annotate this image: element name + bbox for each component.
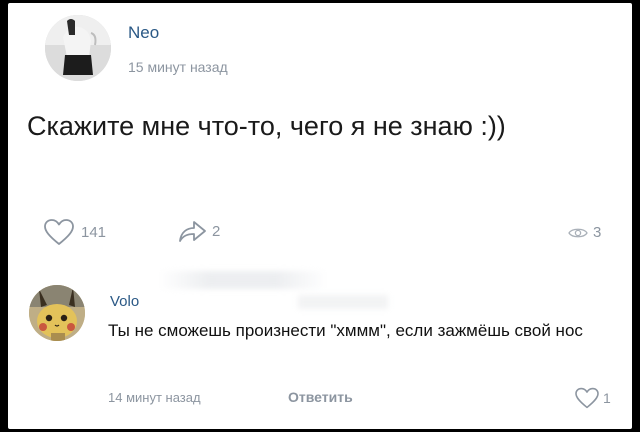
share-arrow-icon [179,221,206,242]
comment-author-name[interactable]: Volo [110,293,139,310]
pikachu-avatar-icon [29,285,85,341]
like-count: 141 [81,223,107,241]
faded-background-artifact [158,271,328,289]
heart-icon [575,387,599,409]
views-counter: 3 [568,224,601,241]
comment-like-count: 1 [603,390,611,406]
share-button[interactable]: 2 [176,218,220,244]
eye-icon [568,228,588,237]
comment-like-button[interactable]: 1 [574,387,611,409]
avatar-photo-icon [45,15,111,81]
post-timestamp[interactable]: 15 минут назад [128,59,228,75]
post-card: Neo 15 минут назад Скажите мне что-то, ч… [8,3,632,429]
comment-timestamp[interactable]: 14 минут назад [108,390,201,405]
screenshot-frame: Neo 15 минут назад Скажите мне что-то, ч… [0,0,640,432]
like-button[interactable]: 141 [43,218,106,246]
post-author-name[interactable]: Neo [128,23,159,43]
comment-text: Ты не сможешь произнести "хммм", если за… [108,321,583,340]
views-count: 3 [593,224,602,241]
post-author-avatar[interactable] [45,15,111,81]
comment-author-avatar[interactable] [29,285,85,341]
post-text: Скажите мне что-то, чего я не знаю :)) [27,111,506,141]
heart-icon [44,219,74,245]
faded-background-artifact [298,295,388,309]
share-count: 2 [212,222,221,240]
reply-button[interactable]: Ответить [288,389,353,405]
